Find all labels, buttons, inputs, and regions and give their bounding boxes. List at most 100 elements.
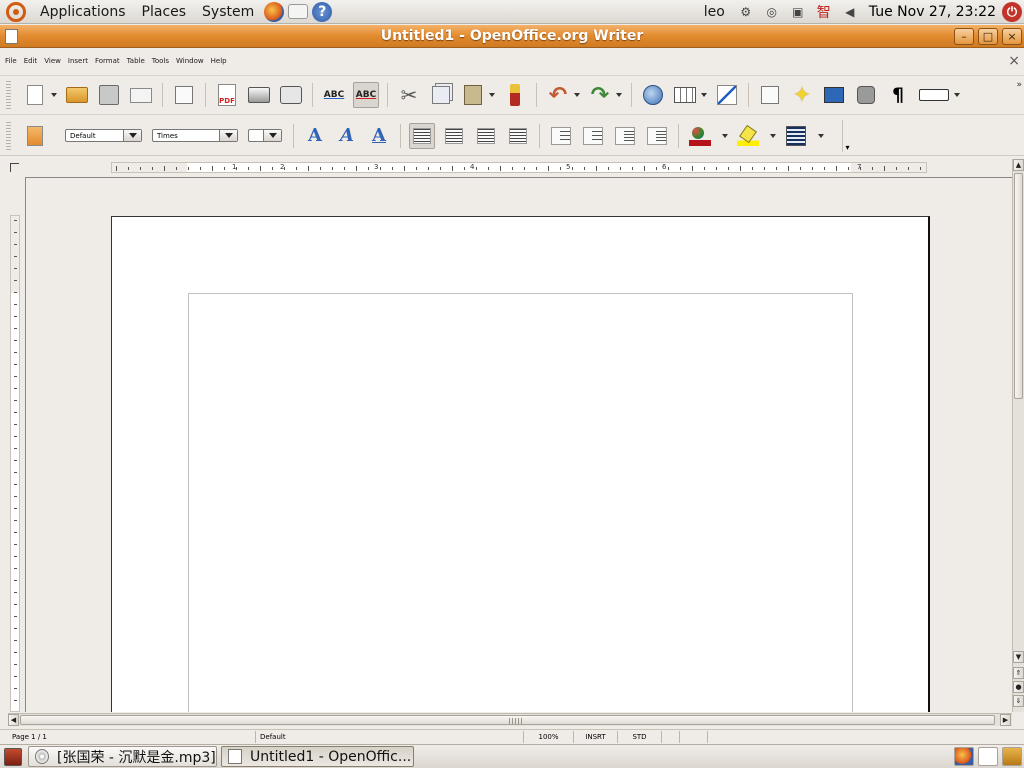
toolbar-options-button[interactable]: ▾ <box>842 119 852 152</box>
taskbar-item-music[interactable]: [张国荣 - 沉默是金.mp3] <box>28 746 217 767</box>
show-draw-functions-button[interactable] <box>714 82 740 108</box>
align-center-button[interactable] <box>441 123 467 149</box>
scroll-up-button[interactable]: ▲ <box>1013 159 1024 171</box>
show-desktop-icon[interactable] <box>4 747 22 766</box>
background-color-dropdown-arrow[interactable] <box>818 133 824 138</box>
font-color-button[interactable] <box>687 123 713 149</box>
selection-mode-indicator[interactable]: STD <box>618 730 662 743</box>
italic-button[interactable]: A <box>334 123 360 149</box>
zoom-indicator[interactable]: 100% <box>524 730 574 743</box>
network-icon[interactable]: ◎ <box>763 3 781 21</box>
font-name-dropdown[interactable] <box>219 130 237 141</box>
insert-mode-indicator[interactable]: INSRT <box>574 730 618 743</box>
input-method-icon[interactable]: ⚙ <box>737 3 755 21</box>
navigation-button[interactable]: ● <box>1013 681 1024 693</box>
paragraph-style-dropdown[interactable] <box>123 130 141 141</box>
copy-button[interactable] <box>428 82 454 108</box>
page-style-indicator[interactable]: Default <box>256 730 524 743</box>
paste-button[interactable] <box>460 82 486 108</box>
email-button[interactable] <box>128 82 154 108</box>
underline-button[interactable]: A <box>366 123 392 149</box>
decrease-indent-button[interactable] <box>612 123 638 149</box>
vertical-ruler[interactable] <box>10 215 20 712</box>
font-size-combo[interactable] <box>248 129 282 142</box>
scroll-right-button[interactable]: ▶ <box>1000 714 1011 726</box>
find-replace-button[interactable] <box>757 82 783 108</box>
clone-formatting-button[interactable] <box>502 82 528 108</box>
clock[interactable]: Tue Nov 27, 23:22 <box>863 4 1002 20</box>
paragraph-style-combo[interactable]: Default <box>65 129 142 142</box>
bold-button[interactable]: A <box>302 123 328 149</box>
zoom-dropdown-arrow[interactable] <box>954 93 960 97</box>
document-tray-icon[interactable] <box>978 747 998 766</box>
print-button[interactable] <box>246 82 272 108</box>
horizontal-ruler[interactable]: 1 2 3 4 5 6 7 <box>111 162 927 173</box>
justify-button[interactable] <box>505 123 531 149</box>
user-menu[interactable]: leo <box>696 0 733 24</box>
signature-indicator[interactable] <box>708 731 1024 743</box>
paste-dropdown-arrow[interactable] <box>489 93 495 97</box>
menu-file[interactable]: File <box>3 57 19 65</box>
minimize-button[interactable]: – <box>954 28 974 45</box>
next-page-button[interactable]: ⇓ <box>1013 695 1024 707</box>
save-button[interactable] <box>96 82 122 108</box>
background-color-button[interactable] <box>783 123 809 149</box>
volume-icon[interactable]: ◀ <box>841 3 859 21</box>
highlighting-button[interactable] <box>735 123 761 149</box>
table-dropdown-arrow[interactable] <box>701 93 707 97</box>
undo-button[interactable]: ↶ <box>545 82 571 108</box>
menu-help[interactable]: Help <box>209 57 229 65</box>
taskbar-item-writer[interactable]: Untitled1 - OpenOffic... <box>221 746 414 767</box>
menu-tools[interactable]: Tools <box>150 57 171 65</box>
window-title-bar[interactable]: Untitled1 - OpenOffice.org Writer – □ × <box>0 25 1024 48</box>
table-button[interactable] <box>672 82 698 108</box>
cut-button[interactable]: ✂ <box>396 82 422 108</box>
menu-insert[interactable]: Insert <box>66 57 90 65</box>
display-icon[interactable]: ▣ <box>789 3 807 21</box>
toolbar-grip[interactable] <box>6 121 11 150</box>
export-pdf-button[interactable]: PDF <box>214 82 240 108</box>
highlighting-dropdown-arrow[interactable] <box>770 133 776 138</box>
new-document-button[interactable] <box>22 82 48 108</box>
bullets-button[interactable] <box>580 123 606 149</box>
font-size-dropdown[interactable] <box>263 130 281 141</box>
toolbar-overflow-button[interactable]: » <box>1016 78 1022 92</box>
menu-window[interactable]: Window <box>174 57 206 65</box>
gallery-button[interactable] <box>821 82 847 108</box>
font-name-combo[interactable]: Times <box>152 129 238 142</box>
vertical-scrollbar[interactable]: ▲ ▼ ⇑ ● ⇓ <box>1012 159 1024 712</box>
scroll-down-button[interactable]: ▼ <box>1013 651 1024 663</box>
spellcheck-button[interactable]: ABC <box>321 82 347 108</box>
autospellcheck-button[interactable]: ABC <box>353 82 379 108</box>
horizontal-scroll-thumb[interactable] <box>20 715 995 725</box>
firefox-tray-icon[interactable] <box>954 747 974 766</box>
data-sources-button[interactable] <box>853 82 879 108</box>
close-document-button[interactable]: × <box>1008 53 1020 69</box>
close-button[interactable]: × <box>1002 28 1022 45</box>
menu-format[interactable]: Format <box>93 57 122 65</box>
page-preview-button[interactable] <box>278 82 304 108</box>
text-boundary[interactable] <box>188 293 853 712</box>
styles-formatting-button[interactable] <box>22 123 48 149</box>
scroll-left-button[interactable]: ◀ <box>8 714 19 726</box>
mail-launcher-icon[interactable] <box>288 4 309 19</box>
increase-indent-button[interactable] <box>644 123 670 149</box>
tab-stop-selector[interactable] <box>10 163 19 172</box>
document-canvas[interactable] <box>25 177 1012 712</box>
menu-edit[interactable]: Edit <box>22 57 40 65</box>
align-right-button[interactable] <box>473 123 499 149</box>
new-dropdown-arrow[interactable] <box>51 93 57 97</box>
applications-menu[interactable]: Applications <box>32 0 134 24</box>
maximize-button[interactable]: □ <box>978 28 998 45</box>
redo-button[interactable]: ↷ <box>587 82 613 108</box>
zoom-button[interactable] <box>917 82 951 108</box>
ubuntu-logo-icon[interactable] <box>6 1 26 22</box>
hyperlink-mode-indicator[interactable] <box>662 730 680 743</box>
document-page[interactable] <box>111 216 930 712</box>
vertical-scroll-thumb[interactable] <box>1014 173 1023 399</box>
numbering-button[interactable] <box>548 123 574 149</box>
firefox-launcher-icon[interactable] <box>264 1 285 22</box>
page-indicator[interactable]: Page 1 / 1 <box>0 730 256 743</box>
menu-view[interactable]: View <box>42 57 63 65</box>
navigator-button[interactable]: ✦ <box>789 82 815 108</box>
